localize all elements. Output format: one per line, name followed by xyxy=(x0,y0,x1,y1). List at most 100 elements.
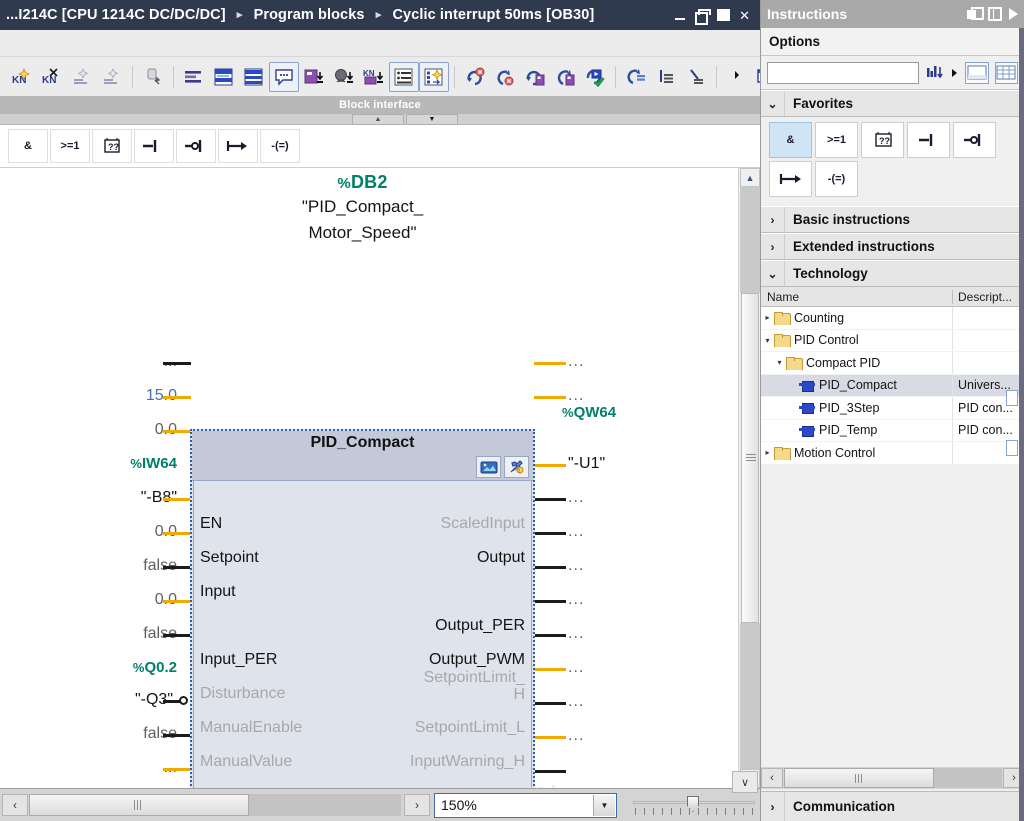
insert-network-icon[interactable]: KN xyxy=(7,62,37,92)
instruction-help-icon[interactable] xyxy=(419,61,449,92)
tree-row-pid-compact[interactable]: PID_Compact Univers... xyxy=(761,374,1024,397)
scroll-track-upper[interactable] xyxy=(740,187,760,293)
hscroll-thumb[interactable] xyxy=(29,794,249,816)
tree-row-compact-pid[interactable]: ▾ Compact PID xyxy=(761,352,1024,375)
hscroll-left-icon[interactable]: ‹ xyxy=(761,768,783,788)
hscroll-thumb[interactable] xyxy=(784,768,934,788)
pid-compact-block[interactable]: PID_Compact ! EN Setpoint Input Input_PE… xyxy=(190,429,535,788)
twisty-icon[interactable]: ▸ xyxy=(761,448,774,457)
pin-setpoint[interactable]: Setpoint xyxy=(200,541,259,575)
comment-balloon-icon[interactable] xyxy=(269,61,299,92)
collapse-panel-icon[interactable]: ∨ xyxy=(732,771,758,793)
operand-output-pwm[interactable]: ... xyxy=(568,489,584,507)
breadcrumb-item-program-blocks[interactable]: Program blocks xyxy=(254,7,365,23)
float-panel-icon[interactable] xyxy=(967,7,984,21)
pin-input-per[interactable]: Input_PER xyxy=(200,643,277,677)
go-online-icon[interactable] xyxy=(520,62,550,92)
tree-row-counting[interactable]: ▸ Counting xyxy=(761,307,1024,330)
chevron-right-icon[interactable]: › xyxy=(761,234,785,259)
chevron-right-icon[interactable]: › xyxy=(761,207,785,232)
normally-open-contact-icon[interactable] xyxy=(134,129,174,163)
operand-error[interactable]: ... xyxy=(568,693,584,711)
pin-setpointlimit-h[interactable]: SetpointLimit_ H xyxy=(424,660,525,712)
or-box-icon[interactable]: >=1 xyxy=(50,129,90,163)
and-box-icon[interactable]: & xyxy=(769,122,812,158)
and-box-icon[interactable]: & xyxy=(8,129,48,163)
branch-icon[interactable] xyxy=(218,129,258,163)
operand-inputwarning-l[interactable]: ... xyxy=(568,625,584,643)
scroll-track-lower[interactable] xyxy=(740,623,760,769)
section-basic-instructions[interactable]: › Basic instructions xyxy=(761,206,1024,233)
normally-open-contact-icon[interactable] xyxy=(907,122,950,158)
tree-row-pid-temp[interactable]: PID_Temp PID con... xyxy=(761,419,1024,442)
monitor-cancel-icon[interactable] xyxy=(490,62,520,92)
operand-output-per[interactable]: "-U1" xyxy=(568,455,605,473)
normally-closed-contact-icon[interactable] xyxy=(176,129,216,163)
pin-disturbance[interactable]: Disturbance xyxy=(200,677,285,711)
chevron-down-icon[interactable]: ⌄ xyxy=(761,261,785,286)
align-diag-icon[interactable] xyxy=(681,62,711,92)
section-extended-instructions[interactable]: › Extended instructions xyxy=(761,233,1024,260)
pin-erroraCK[interactable]: ErrorAck xyxy=(200,779,262,788)
commissioning-icon[interactable]: ! xyxy=(504,456,529,478)
pin-en[interactable]: EN xyxy=(200,507,222,541)
canvas-vertical-scrollbar[interactable]: ▲ ▼ xyxy=(738,168,760,788)
coil-icon[interactable]: -(=) xyxy=(815,161,858,197)
favorites-bar-icon[interactable] xyxy=(389,61,419,92)
breadcrumb-item-device[interactable]: ...I214C [CPU 1214C DC/DC/DC] xyxy=(6,7,226,23)
network-comments-icon[interactable] xyxy=(239,62,269,92)
section-technology[interactable]: ⌄ Technology xyxy=(761,260,1024,287)
show-absolute-relative-icon[interactable] xyxy=(179,62,209,92)
pin-input[interactable]: Input xyxy=(200,575,236,609)
insert-branch-open-icon[interactable] xyxy=(67,62,97,92)
instructions-horizontal-scrollbar[interactable]: ‹ › xyxy=(761,767,1024,789)
chevron-right-icon[interactable]: › xyxy=(761,792,785,821)
pin-output[interactable]: Output xyxy=(477,541,525,575)
insert-branch-close-icon[interactable] xyxy=(97,62,127,92)
pin-inputwarning-h[interactable]: InputWarning_H xyxy=(410,745,525,779)
tree-row-pid-control[interactable]: ▾ PID Control xyxy=(761,329,1024,352)
description-view-icon[interactable] xyxy=(965,61,989,84)
column-header-name[interactable]: Name xyxy=(761,290,952,304)
scroll-up-icon[interactable]: ▲ xyxy=(740,168,760,187)
modify-operand-icon[interactable] xyxy=(138,62,168,92)
block-interface-bar[interactable]: Block interface xyxy=(0,96,760,114)
twisty-icon[interactable]: ▾ xyxy=(761,336,774,345)
zoom-slider[interactable] xyxy=(633,793,755,817)
or-box-icon[interactable]: >=1 xyxy=(815,122,858,158)
pin-manualenable[interactable]: ManualEnable xyxy=(200,711,302,745)
sort-icon[interactable] xyxy=(925,63,945,83)
zoom-combobox[interactable]: 150% ▼ xyxy=(434,792,617,818)
twisty-icon[interactable]: ▸ xyxy=(761,313,774,322)
section-favorites[interactable]: ⌄ Favorites xyxy=(761,90,1024,117)
tree-row-pid-3step[interactable]: PID_3Step PID con... xyxy=(761,397,1024,420)
operand-output[interactable]: ... xyxy=(568,387,584,405)
pin-output-per[interactable]: Output_PER xyxy=(435,609,525,643)
align-left-icon[interactable] xyxy=(651,62,681,92)
operand-inputwarning-h[interactable]: ... xyxy=(568,591,584,609)
section-communication[interactable]: › Communication xyxy=(761,791,1024,821)
compare-block-icon[interactable]: KN xyxy=(359,62,389,92)
pin-scaledinput[interactable]: ScaledInput xyxy=(440,507,525,541)
tree-row-motion-control[interactable]: ▸ Motion Control xyxy=(761,442,1024,465)
branch-icon[interactable] xyxy=(769,161,812,197)
block-interface-expand-down-icon[interactable]: ▼ xyxy=(406,114,458,125)
block-interface-expand-up-icon[interactable]: ▲ xyxy=(352,114,404,125)
restore-icon[interactable] xyxy=(695,8,712,25)
table-view-icon[interactable] xyxy=(994,61,1018,84)
delete-network-icon[interactable]: KN xyxy=(37,62,67,92)
download-block-icon[interactable] xyxy=(299,62,329,92)
bookmark-icon[interactable] xyxy=(621,62,651,92)
unknown-box-icon[interactable]: ?? xyxy=(861,122,904,158)
breadcrumb-item-ob30[interactable]: Cyclic interrupt 50ms [OB30] xyxy=(392,7,594,23)
monitor-off-icon[interactable] xyxy=(460,62,490,92)
ladder-editor-canvas[interactable]: %DB2 "PID_Compact_ Motor_Speed" ... 15.0… xyxy=(0,168,738,788)
pin-setpointlimit-l[interactable]: SetpointLimit_L xyxy=(415,711,525,745)
maximize-icon[interactable] xyxy=(717,9,731,21)
operand-errorbits[interactable]: ... xyxy=(568,727,584,745)
hscroll-right-icon[interactable]: › xyxy=(404,794,430,816)
upload-block-icon[interactable] xyxy=(329,62,359,92)
collapse-panel-icon[interactable] xyxy=(1009,8,1018,20)
pin-manualvalue[interactable]: ManualValue xyxy=(200,745,292,779)
operand-scaledinput[interactable]: ... xyxy=(568,353,584,371)
